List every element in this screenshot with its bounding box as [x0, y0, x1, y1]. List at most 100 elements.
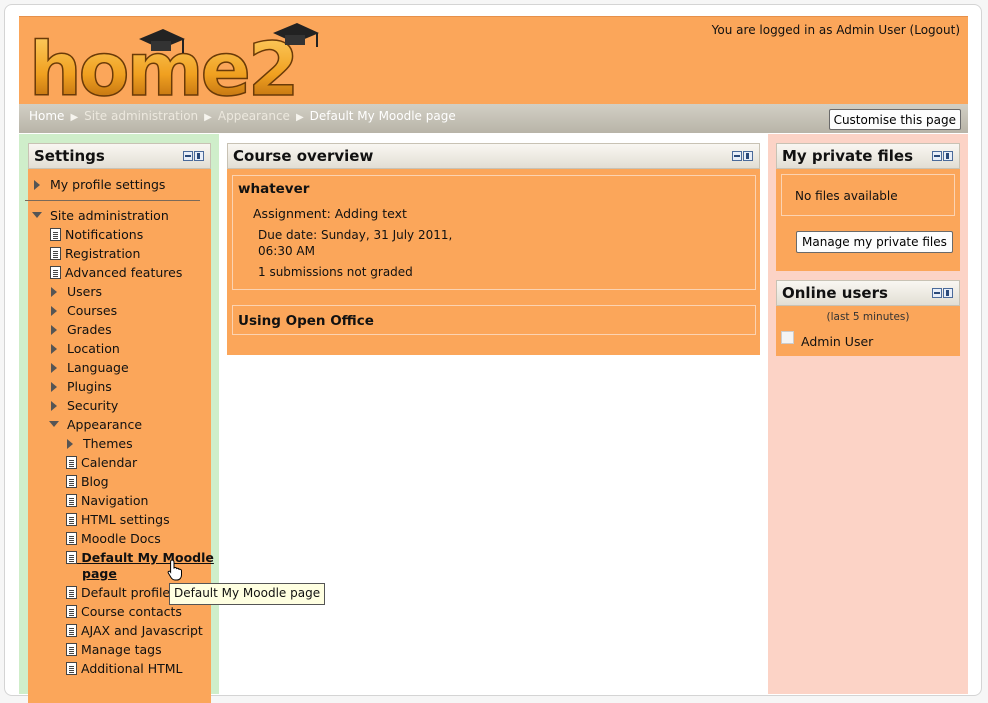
tree-item-location[interactable]: Location: [51, 341, 120, 356]
online-users-block: Online users (last 5 minutes) Admin User: [776, 280, 960, 356]
manage-private-files-button[interactable]: Manage my private files: [796, 231, 953, 253]
expand-icon: [51, 401, 57, 411]
tree-label: Courses: [66, 303, 118, 318]
expand-icon: [51, 363, 57, 373]
navbar: Home ▶ Site administration ▶ Appearance ▶ Defa…: [19, 104, 968, 133]
page-icon: [66, 605, 77, 618]
tree-label: Grades: [66, 322, 112, 337]
page-icon: [66, 513, 77, 526]
login-info: You are logged in as Admin User (Logout): [712, 23, 960, 37]
tree-label: Themes: [82, 436, 133, 451]
breadcrumb-site-administration[interactable]: Site administration: [84, 109, 198, 123]
course-link-using-open-office[interactable]: Using Open Office: [238, 313, 374, 329]
tree-item-plugins[interactable]: Plugins: [51, 379, 112, 394]
online-users-title: Online users: [782, 284, 888, 302]
dock-block-icon[interactable]: [194, 151, 204, 161]
tree-label: Advanced features: [64, 265, 183, 280]
page-icon: [50, 266, 61, 279]
tree-item-site-administration[interactable]: Site administration: [32, 208, 169, 223]
tree-item-ajax-javascript[interactable]: AJAX and Javascript: [66, 623, 203, 638]
tree-item-users[interactable]: Users: [51, 284, 102, 299]
tree-item-blog[interactable]: Blog: [66, 474, 109, 489]
tree-item-html-settings[interactable]: HTML settings: [66, 512, 170, 527]
tree-item-my-profile[interactable]: My profile settings: [34, 177, 165, 192]
breadcrumb-home[interactable]: Home: [29, 109, 64, 123]
files-tree: No files available: [781, 174, 955, 216]
hide-block-icon[interactable]: [732, 151, 742, 161]
tree-item-moodle-docs[interactable]: Moodle Docs: [66, 531, 161, 546]
tree-item-notifications[interactable]: Notifications: [50, 227, 143, 242]
course-box: whatever Assignment: Adding text Due dat…: [232, 175, 756, 290]
page-icon: [66, 532, 77, 545]
tree-label: Navigation: [80, 493, 149, 508]
site-logo[interactable]: home2: [27, 19, 327, 103]
page-icon: [66, 624, 77, 637]
tree-label: Moodle Docs: [80, 531, 161, 546]
hide-block-icon[interactable]: [932, 288, 942, 298]
tree-item-advanced-features[interactable]: Advanced features: [50, 265, 182, 280]
tree-label: Default profile p: [80, 585, 183, 600]
tree-item-registration[interactable]: Registration: [50, 246, 140, 261]
login-prefix: You are logged in as: [711, 23, 837, 37]
tree-label: HTML settings: [80, 512, 170, 527]
assignment-link[interactable]: Assignment: Adding text: [253, 206, 407, 221]
main-content: Course overview whatever Assignment: Add…: [219, 134, 768, 694]
block-controls: [732, 151, 753, 161]
tree-item-course-contacts[interactable]: Course contacts: [66, 604, 182, 619]
breadcrumb-appearance[interactable]: Appearance: [218, 109, 290, 123]
course-overview-block: Course overview whatever Assignment: Add…: [227, 143, 760, 355]
dock-block-icon[interactable]: [743, 151, 753, 161]
tree-item-courses[interactable]: Courses: [51, 303, 117, 318]
customise-page-button[interactable]: Customise this page: [828, 109, 961, 130]
course-overview-header: Course overview: [227, 143, 760, 169]
hide-block-icon[interactable]: [183, 151, 193, 161]
page-icon: [50, 247, 61, 260]
tree-label: Plugins: [66, 379, 112, 394]
block-controls: [932, 288, 953, 298]
page-icon: [66, 551, 77, 564]
online-user-link[interactable]: Admin User: [801, 334, 873, 349]
tree-item-additional-html[interactable]: Additional HTML: [66, 661, 183, 676]
tree-item-appearance[interactable]: Appearance: [49, 417, 142, 432]
page-icon: [66, 662, 77, 675]
tree-item-grades[interactable]: Grades: [51, 322, 112, 337]
tree-item-default-profile-page[interactable]: Default profile p: [66, 585, 182, 600]
tree-item-default-my-moodle-page-line2[interactable]: page: [82, 566, 117, 581]
tree-label: Manage tags: [80, 642, 162, 657]
logout-link[interactable]: (Logout): [910, 23, 960, 37]
submissions-status[interactable]: 1 submissions not graded: [258, 265, 413, 279]
dock-block-icon[interactable]: [943, 288, 953, 298]
course-link-whatever[interactable]: whatever: [238, 181, 309, 197]
tree-item-calendar[interactable]: Calendar: [66, 455, 137, 470]
page-header: home2 You are logged in as Admin User (L…: [19, 16, 968, 105]
tree-label: Language: [66, 360, 129, 375]
breadcrumb: Home ▶ Site administration ▶ Appearance ▶ Defa…: [29, 109, 456, 123]
tree-item-themes[interactable]: Themes: [67, 436, 133, 451]
left-column: Settings My profile settings Site admini…: [19, 134, 219, 703]
block-controls: [932, 151, 953, 161]
settings-block-header: Settings: [28, 143, 211, 169]
tree-label: Notifications: [64, 227, 144, 242]
tree-item-security[interactable]: Security: [51, 398, 118, 413]
tree-label: page: [82, 566, 117, 581]
page-icon: [66, 586, 77, 599]
collapse-icon: [49, 421, 59, 427]
private-files-block: My private files No files available Mana…: [776, 143, 960, 271]
tooltip: Default My Moodle page: [169, 583, 326, 605]
user-link[interactable]: Admin User: [836, 23, 905, 37]
course-overview-title: Course overview: [233, 147, 374, 165]
dock-block-icon[interactable]: [943, 151, 953, 161]
tree-label: Additional HTML: [80, 661, 183, 676]
expand-icon: [34, 180, 40, 190]
hide-block-icon[interactable]: [932, 151, 942, 161]
tree-item-default-my-moodle-page[interactable]: Default My Moodle: [66, 550, 214, 565]
breadcrumb-separator-icon: ▶: [295, 112, 304, 123]
expand-icon: [67, 439, 73, 449]
tree-label: Default My Moodle: [81, 550, 214, 565]
tree-item-navigation[interactable]: Navigation: [66, 493, 148, 508]
tree-label: Site administration: [49, 208, 169, 223]
tree-item-language[interactable]: Language: [51, 360, 129, 375]
tree-label: Blog: [80, 474, 109, 489]
tree-item-manage-tags[interactable]: Manage tags: [66, 642, 162, 657]
page-icon: [66, 475, 77, 488]
